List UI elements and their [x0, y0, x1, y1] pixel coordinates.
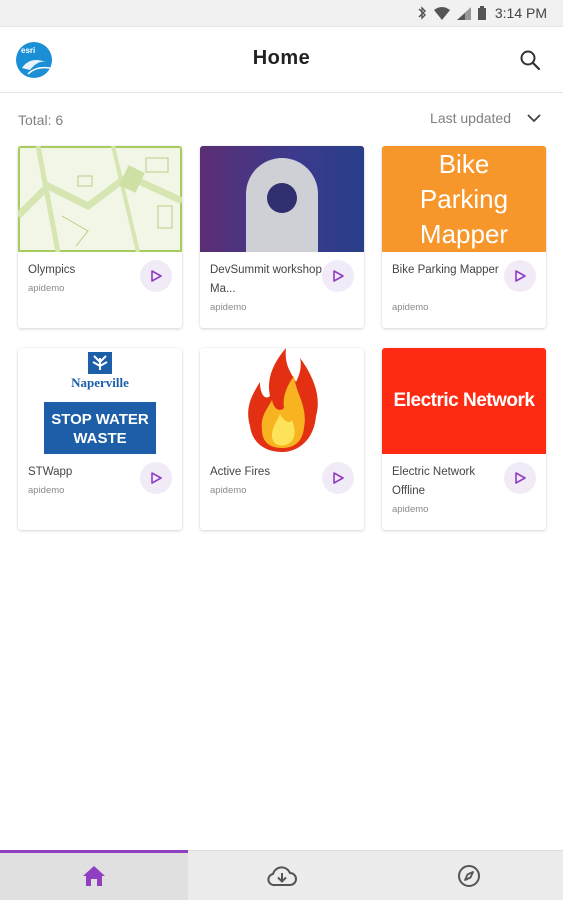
- app-title: Active Fires: [210, 466, 271, 478]
- page-title: Home: [252, 47, 311, 69]
- app-card-bike-parking[interactable]: Bike Parking Mapper Bike Parking Mapper …: [382, 146, 546, 328]
- app-owner: apidemo: [28, 485, 65, 496]
- location-pin-graphic: [246, 158, 318, 252]
- app-title: Electric Network Offline: [392, 466, 476, 497]
- launch-button[interactable]: [504, 462, 536, 494]
- launch-button[interactable]: [504, 260, 536, 292]
- bike-thumbnail: Bike Parking Mapper: [382, 146, 546, 252]
- app-owner: apidemo: [210, 302, 247, 313]
- bluetooth-icon: [418, 6, 426, 20]
- stop-water-waste-banner: STOP WATER WASTE: [44, 402, 156, 454]
- play-icon: [333, 472, 344, 484]
- app-card-olympics[interactable]: Olympics apidemo: [18, 146, 182, 328]
- signal-icon: [456, 6, 471, 20]
- compass-icon: [458, 864, 481, 887]
- stw-thumbnail: Naperville STOP WATER WASTE: [18, 348, 182, 454]
- sort-dropdown[interactable]: Last updated: [430, 110, 541, 126]
- search-button[interactable]: [519, 49, 541, 71]
- electric-thumbnail: Electric Network: [382, 348, 546, 454]
- tab-downloads[interactable]: [188, 851, 376, 900]
- naperville-logo: [88, 352, 112, 374]
- play-icon: [151, 270, 162, 282]
- app-card-stwapp[interactable]: Naperville STOP WATER WASTE STWapp apide…: [18, 348, 182, 530]
- map-image: [18, 146, 182, 252]
- fire-icon: [248, 348, 318, 452]
- map-thumbnail: [18, 146, 182, 252]
- devsummit-thumbnail: [200, 146, 364, 252]
- total-count: Total: 6: [18, 112, 64, 128]
- app-card-active-fires[interactable]: Active Fires apidemo: [200, 348, 364, 530]
- play-icon: [515, 472, 526, 484]
- status-time: 3:14 PM: [494, 5, 547, 21]
- launch-button[interactable]: [322, 462, 354, 494]
- app-owner: apidemo: [392, 302, 429, 313]
- battery-icon: [477, 6, 486, 20]
- home-icon: [82, 865, 105, 886]
- banner-line: WASTE: [73, 430, 127, 447]
- launch-button[interactable]: [140, 462, 172, 494]
- app-title: STWapp: [28, 466, 73, 478]
- tab-home[interactable]: [0, 850, 188, 900]
- cloud-download-icon: [266, 865, 297, 886]
- launch-button[interactable]: [140, 260, 172, 292]
- bottom-navigation: [0, 850, 563, 900]
- thumb-line: Bike: [438, 149, 490, 179]
- tab-explore[interactable]: [375, 851, 563, 900]
- chevron-down-icon: [527, 113, 541, 122]
- launch-button[interactable]: [322, 260, 354, 292]
- app-card-electric-network[interactable]: Electric Network Electric Network Offlin…: [382, 348, 546, 530]
- play-icon: [515, 270, 526, 282]
- thumb-label: Electric Network: [393, 390, 535, 411]
- app-title: Olympics: [28, 264, 76, 276]
- play-icon: [333, 270, 344, 282]
- app-card-devsummit[interactable]: DevSummit workshop Ma... apidemo: [200, 146, 364, 328]
- banner-line: STOP WATER: [51, 411, 149, 428]
- play-icon: [151, 472, 162, 484]
- sort-label: Last updated: [430, 110, 511, 126]
- thumb-line: Parking: [419, 184, 509, 214]
- naperville-text: Naperville: [71, 375, 129, 390]
- app-title: DevSummit workshop Ma...: [210, 264, 322, 295]
- fire-thumbnail: [200, 348, 364, 454]
- app-bar: esri Home: [0, 27, 563, 93]
- app-title: Bike Parking Mapper: [392, 264, 499, 276]
- app-owner: apidemo: [210, 485, 247, 496]
- status-bar: 3:14 PM: [0, 0, 563, 27]
- thumb-line: Mapper: [419, 219, 509, 249]
- wifi-icon: [433, 6, 450, 20]
- search-icon: [520, 50, 541, 71]
- app-owner: apidemo: [392, 504, 429, 515]
- app-owner: apidemo: [28, 283, 65, 294]
